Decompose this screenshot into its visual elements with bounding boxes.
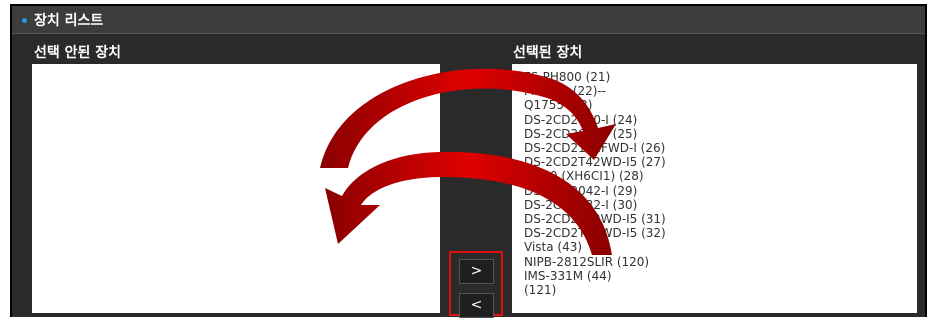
selected-devices-list[interactable]: FS-PH800 (21) MBI308 (22)-- Q1755 (23) DS-2… xyxy=(512,64,917,313)
section-title: 장치 리스트 xyxy=(34,13,104,29)
dot-icon xyxy=(22,18,27,23)
section-header: 장치 리스트 xyxy=(12,6,925,34)
device-list-item[interactable]: DS-2CD2T42WD-I5 (31) xyxy=(524,212,666,226)
device-list-item[interactable]: DS-2CD2010-I (24) xyxy=(524,113,637,127)
device-list-item[interactable]: DS-2CD2T42WD-I5 (27) xyxy=(524,155,666,169)
unselected-devices-label: 선택 안된 장치 xyxy=(34,45,122,61)
device-list-item[interactable]: MBI308 (22)-- xyxy=(524,84,606,98)
device-list-item[interactable]: IMS-331M (44) xyxy=(524,269,612,283)
device-list-item[interactable]: Vista (43) xyxy=(524,240,582,254)
remove-device-button[interactable]: < xyxy=(459,293,494,318)
unselected-devices-list[interactable] xyxy=(32,64,440,313)
device-list-item[interactable]: DS-2CD2032-I (25) xyxy=(524,127,637,141)
selected-devices-label: 선택된 장치 xyxy=(513,45,583,61)
device-list-item[interactable]: NIPB-2812SLIR (120) xyxy=(524,255,649,269)
device-list-item[interactable]: DS-2CD2042-I (29) xyxy=(524,184,637,198)
device-list-item[interactable]: HD10 (XH6CI1) (28) xyxy=(524,169,644,183)
device-list-item[interactable]: (121) xyxy=(524,283,556,297)
device-list-item[interactable]: Q1755 (23) xyxy=(524,98,592,112)
device-list-item[interactable]: DS-2CD2142FWD-I (26) xyxy=(524,141,665,155)
device-list-item[interactable]: DS-2CD2032-I (30) xyxy=(524,198,637,212)
device-list-item[interactable]: FS-PH800 (21) xyxy=(524,70,610,84)
device-list-item[interactable]: DS-2CD2T42WD-I5 (32) xyxy=(524,226,666,240)
add-device-button[interactable]: > xyxy=(459,259,494,284)
